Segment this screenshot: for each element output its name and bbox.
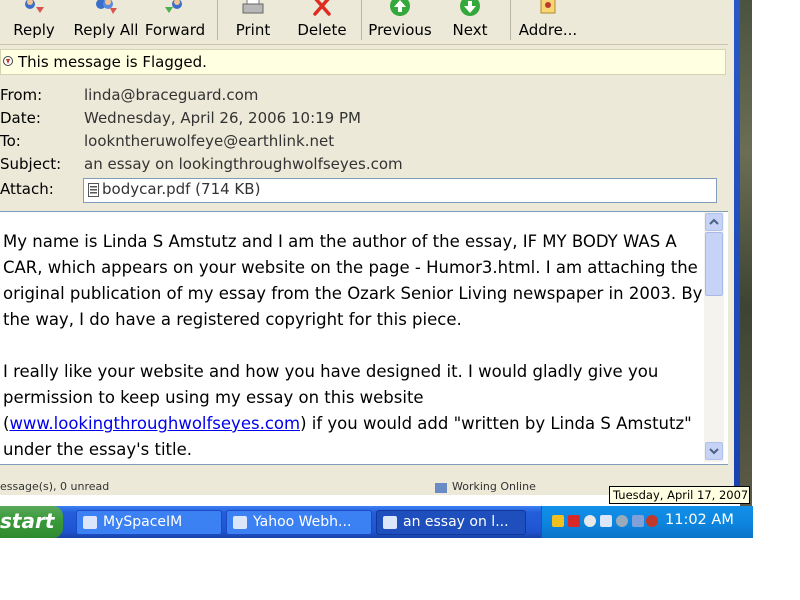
subject-label: Subject: — [0, 155, 62, 173]
task-myspaceim[interactable]: MySpaceIM — [76, 510, 222, 535]
flag-icon — [3, 56, 13, 66]
taskbar-clock[interactable]: 11:02 AM — [665, 512, 734, 528]
date-value: Wednesday, April 26, 2006 10:19 PM — [84, 109, 361, 127]
task-yahoo[interactable]: Yahoo Webh... — [226, 510, 372, 535]
arrow-up-icon — [390, 0, 410, 16]
reply-button[interactable]: Reply — [10, 0, 58, 44]
chevron-down-icon — [709, 448, 719, 455]
myspaceim-icon — [83, 516, 97, 529]
vertical-scrollbar[interactable] — [704, 212, 724, 462]
from-label: From: — [0, 86, 43, 104]
website-link[interactable]: www.lookingthroughwolfseyes.com — [9, 414, 300, 433]
scroll-up-button[interactable] — [705, 213, 723, 231]
reply-icon — [25, 0, 44, 13]
status-message-count: essage(s), 0 unread — [0, 480, 110, 493]
toolbar-separator — [361, 0, 362, 40]
forward-label: Forward — [144, 21, 206, 39]
message-body-pane[interactable]: My name is Linda S Amstutz and I am the … — [0, 211, 728, 465]
forward-button[interactable]: Forward — [143, 0, 207, 44]
delete-button[interactable]: Delete — [296, 0, 348, 44]
email-icon — [383, 516, 397, 529]
security-shield-icon[interactable] — [552, 515, 564, 527]
printer-icon — [242, 0, 264, 14]
toolbar-separator — [510, 0, 511, 40]
next-button[interactable]: Next — [448, 0, 492, 44]
flag-notice-bar: This message is Flagged. — [0, 49, 726, 75]
task-label: Yahoo Webh... — [253, 514, 352, 530]
address-book-icon — [540, 0, 556, 14]
reply-all-label: Reply All — [73, 21, 139, 39]
forward-icon — [165, 0, 182, 13]
reply-all-icon — [96, 0, 117, 14]
clock-tooltip: Tuesday, April 17, 2007 — [609, 486, 750, 504]
previous-label: Previous — [368, 21, 432, 39]
chevron-up-icon — [709, 218, 719, 225]
zonealarm-icon[interactable] — [568, 515, 580, 527]
previous-button[interactable]: Previous — [367, 0, 433, 44]
subject-value: an essay on lookingthroughwolfseyes.com — [84, 155, 403, 173]
toolbar: Reply Reply All Forward Print Delete Pre… — [0, 0, 733, 45]
delete-label: Delete — [297, 21, 347, 39]
alert-icon[interactable] — [646, 515, 658, 527]
toolbar-separator — [217, 0, 218, 40]
address-book-button[interactable]: Addre... — [516, 0, 580, 44]
yahoo-icon — [233, 516, 247, 529]
message-body-text: My name is Linda S Amstutz and I am the … — [3, 229, 703, 489]
attachment-field[interactable]: bodycar.pdf (714 KB) — [83, 178, 717, 203]
from-value[interactable]: linda@braceguard.com — [84, 86, 258, 104]
reply-all-button[interactable]: Reply All — [70, 0, 142, 44]
desktop-background — [740, 0, 752, 510]
to-value[interactable]: lookntheruwolfeye@earthlink.net — [84, 132, 334, 150]
volume-icon[interactable] — [616, 515, 628, 527]
delete-x-icon — [313, 0, 331, 16]
arrow-down-icon — [460, 0, 480, 16]
network-tray-icon[interactable] — [600, 515, 612, 527]
attach-label: Attach: — [0, 180, 54, 198]
print-label: Print — [235, 21, 271, 39]
body-paragraph: I really like your website and how you h… — [3, 359, 703, 463]
task-label: MySpaceIM — [103, 514, 183, 530]
date-label: Date: — [0, 109, 41, 127]
scroll-down-button[interactable] — [705, 442, 723, 460]
flag-notice-text: This message is Flagged. — [18, 53, 207, 71]
scroll-thumb[interactable] — [705, 232, 723, 296]
start-label: start — [0, 509, 55, 533]
to-label: To: — [0, 132, 21, 150]
task-email[interactable]: an essay on l... — [376, 510, 526, 535]
start-button[interactable]: start — [0, 506, 63, 538]
pdf-file-icon — [88, 183, 99, 197]
messenger-icon[interactable] — [584, 515, 596, 527]
status-online: Working Online — [452, 480, 536, 493]
body-paragraph: My name is Linda S Amstutz and I am the … — [3, 232, 703, 329]
network-icon — [435, 483, 447, 493]
connection-icon[interactable] — [632, 515, 644, 527]
reply-label: Reply — [13, 21, 55, 39]
attachment-name[interactable]: bodycar.pdf (714 KB) — [102, 180, 260, 198]
next-label: Next — [452, 21, 488, 39]
print-button[interactable]: Print — [231, 0, 275, 44]
email-window: Reply Reply All Forward Print Delete Pre… — [0, 0, 733, 495]
task-label: an essay on l... — [403, 514, 509, 530]
taskbar: start MySpaceIM Yahoo Webh... an essay o… — [0, 506, 753, 538]
system-tray: 11:02 AM — [541, 506, 753, 538]
address-book-label: Addre... — [518, 21, 578, 39]
